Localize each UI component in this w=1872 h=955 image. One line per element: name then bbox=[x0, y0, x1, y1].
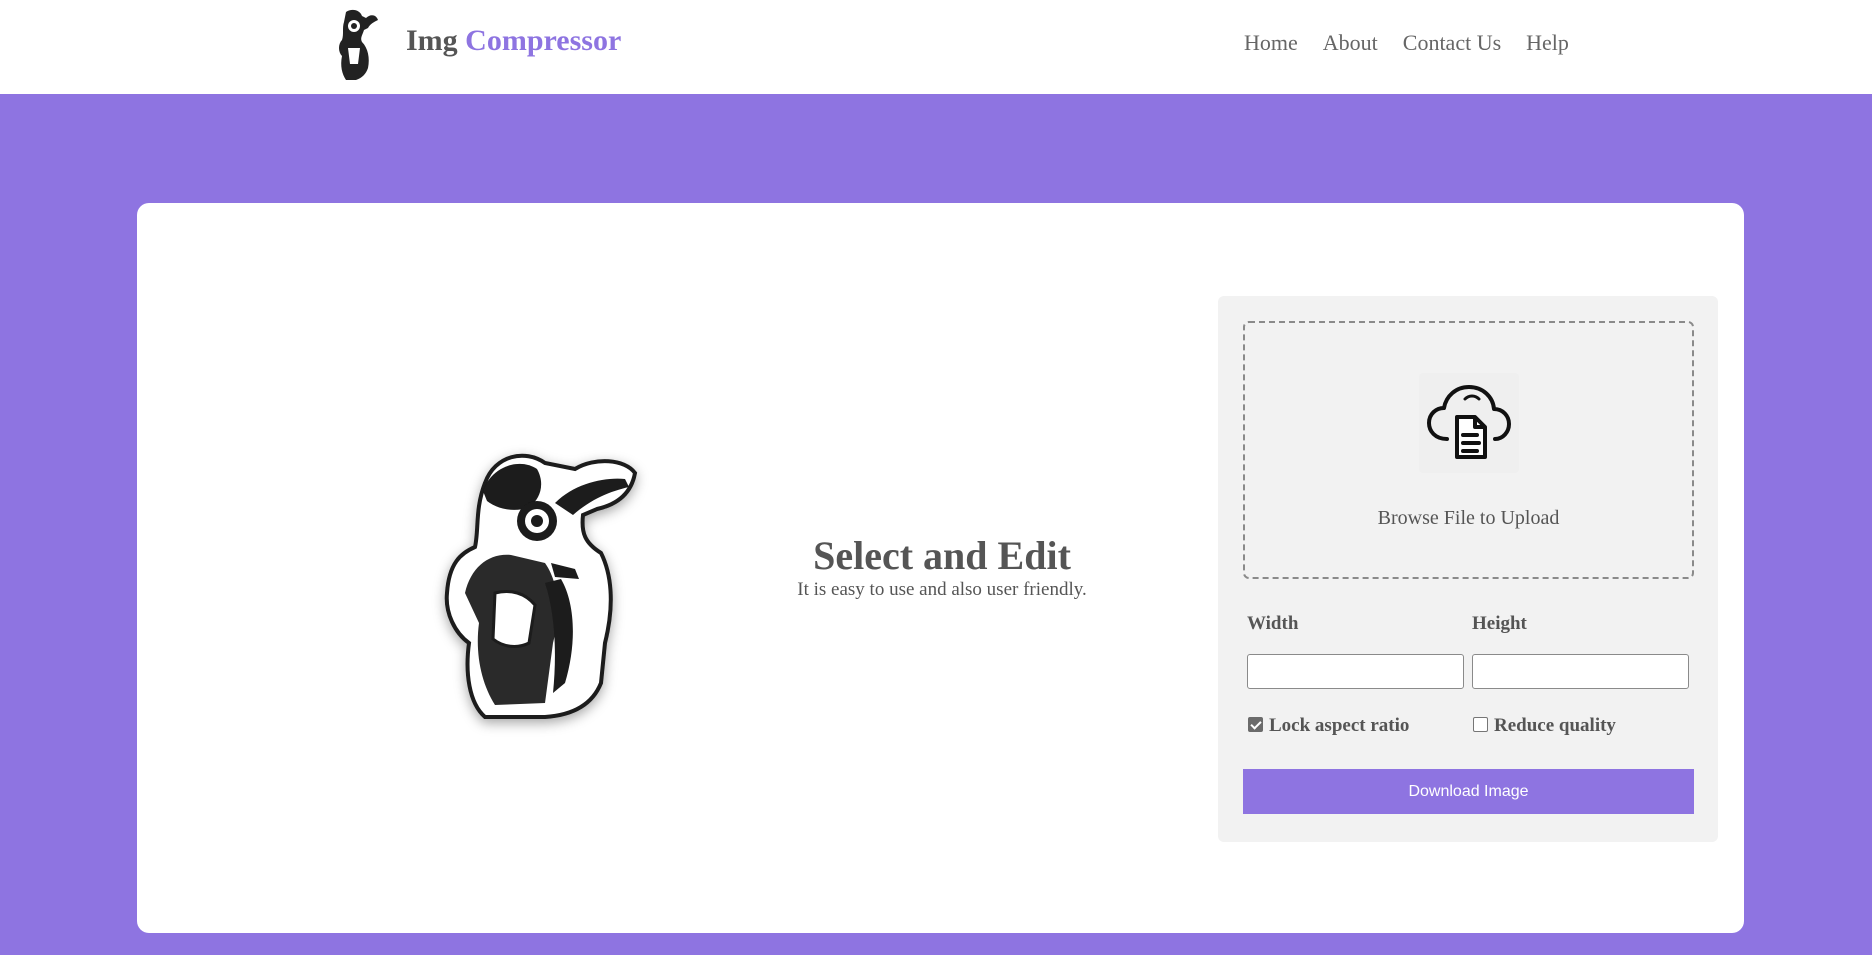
site-header: Img Compressor Home About Contact Us Hel… bbox=[0, 0, 1872, 94]
photographer-illustration-icon bbox=[444, 453, 638, 719]
photographer-logo-icon[interactable] bbox=[326, 8, 382, 82]
download-image-button[interactable]: Download Image bbox=[1243, 769, 1694, 814]
nav-about-link[interactable]: About bbox=[1323, 30, 1378, 56]
brand-accent: Compressor bbox=[465, 24, 622, 57]
nav-contact-link[interactable]: Contact Us bbox=[1403, 30, 1501, 56]
height-input[interactable] bbox=[1472, 654, 1689, 689]
width-label: Width bbox=[1247, 613, 1299, 634]
brand-title[interactable]: Img Compressor bbox=[406, 24, 621, 58]
brand-prefix: Img bbox=[406, 24, 458, 57]
browse-file-label[interactable]: Browse File to Upload bbox=[1245, 507, 1692, 530]
main-nav: Home About Contact Us Help bbox=[1244, 30, 1594, 56]
nav-help-link[interactable]: Help bbox=[1526, 30, 1569, 56]
file-dropzone[interactable]: Browse File to Upload bbox=[1243, 321, 1694, 579]
lock-aspect-checkbox[interactable] bbox=[1248, 717, 1263, 732]
hero-subtitle: It is easy to use and also user friendly… bbox=[797, 579, 1087, 600]
width-input[interactable] bbox=[1247, 654, 1464, 689]
reduce-quality-checkbox[interactable] bbox=[1473, 717, 1488, 732]
reduce-quality-label[interactable]: Reduce quality bbox=[1494, 715, 1616, 737]
height-label: Height bbox=[1472, 613, 1527, 634]
cloud-document-icon bbox=[1419, 373, 1519, 473]
nav-home-link[interactable]: Home bbox=[1244, 30, 1298, 56]
hero-title: Select and Edit bbox=[813, 533, 1071, 578]
lock-aspect-label[interactable]: Lock aspect ratio bbox=[1269, 715, 1409, 737]
main-card: Select and Edit It is easy to use and al… bbox=[137, 203, 1744, 933]
upload-panel: Browse File to Upload Width Height Lock … bbox=[1218, 296, 1718, 842]
hero-text: Select and Edit It is easy to use and al… bbox=[717, 533, 1167, 601]
